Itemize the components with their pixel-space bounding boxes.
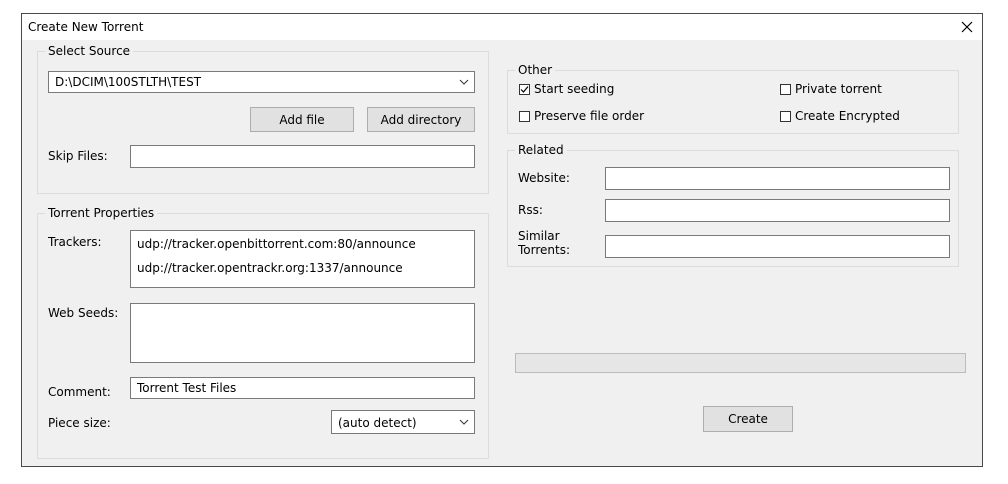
comment-label: Comment: xyxy=(48,385,111,399)
select-source-legend: Select Source xyxy=(45,44,134,58)
trackers-textarea[interactable]: udp://tracker.openbittorrent.com:80/anno… xyxy=(130,230,475,288)
torrent-properties-group: Torrent Properties Trackers: udp://track… xyxy=(37,206,489,459)
chevron-down-icon xyxy=(458,72,470,92)
private-torrent-checkbox[interactable]: Private torrent xyxy=(780,82,882,96)
title-bar: Create New Torrent xyxy=(22,14,982,40)
rss-input[interactable] xyxy=(605,199,950,222)
close-button[interactable] xyxy=(952,14,982,40)
select-source-group: Select Source D:\DCIM\100STLTH\TEST Add … xyxy=(37,44,489,194)
piece-size-value: (auto detect) xyxy=(338,416,417,430)
chevron-down-icon xyxy=(458,411,470,433)
create-encrypted-label: Create Encrypted xyxy=(795,109,900,123)
other-group: Other Start seeding Private torrent Pres… xyxy=(507,63,959,134)
similar-torrents-label-line2: Torrents: xyxy=(518,243,571,257)
website-input[interactable] xyxy=(605,167,950,190)
web-seeds-textarea[interactable] xyxy=(130,303,475,363)
comment-input[interactable]: Torrent Test Files xyxy=(130,377,475,399)
preserve-file-order-checkbox[interactable]: Preserve file order xyxy=(519,109,644,123)
preserve-file-order-label: Preserve file order xyxy=(534,109,645,123)
rss-label: Rss: xyxy=(518,203,543,217)
dialog-body: Select Source D:\DCIM\100STLTH\TEST Add … xyxy=(22,40,982,466)
add-file-button[interactable]: Add file xyxy=(250,107,354,132)
related-group: Related Website: Rss: Similar Torrents: xyxy=(507,143,959,267)
window-title: Create New Torrent xyxy=(28,20,144,34)
private-torrent-label: Private torrent xyxy=(795,82,882,96)
add-directory-button[interactable]: Add directory xyxy=(367,107,475,132)
trackers-label: Trackers: xyxy=(48,235,102,249)
start-seeding-checkbox[interactable]: Start seeding xyxy=(519,82,614,96)
tracker-line: udp://tracker.opentrackr.org:1337/announ… xyxy=(137,261,403,275)
skip-files-label: Skip Files: xyxy=(48,149,108,163)
create-torrent-dialog: Create New Torrent Select Source D:\DCIM… xyxy=(21,13,983,467)
checkbox-box xyxy=(780,110,791,122)
close-icon xyxy=(961,21,973,33)
other-legend: Other xyxy=(515,63,556,77)
related-legend: Related xyxy=(515,143,567,157)
start-seeding-label: Start seeding xyxy=(534,82,615,96)
web-seeds-label: Web Seeds: xyxy=(48,306,119,320)
create-button[interactable]: Create xyxy=(703,406,793,432)
tracker-line: udp://tracker.openbittorrent.com:80/anno… xyxy=(137,237,416,251)
checkbox-box xyxy=(780,83,791,95)
source-path-combobox[interactable]: D:\DCIM\100STLTH\TEST xyxy=(48,71,475,93)
checkbox-box xyxy=(519,110,530,122)
checkbox-box xyxy=(519,83,530,95)
website-label: Website: xyxy=(518,171,570,185)
create-encrypted-checkbox[interactable]: Create Encrypted xyxy=(780,109,900,123)
piece-size-label: Piece size: xyxy=(48,416,111,430)
similar-torrents-label-line1: Similar xyxy=(518,229,560,243)
torrent-properties-legend: Torrent Properties xyxy=(45,206,158,220)
progress-bar xyxy=(515,353,966,373)
skip-files-input[interactable] xyxy=(130,145,475,168)
piece-size-select[interactable]: (auto detect) xyxy=(331,410,475,434)
checkmark-icon xyxy=(520,85,529,93)
source-path-value: D:\DCIM\100STLTH\TEST xyxy=(55,75,202,89)
similar-torrents-input[interactable] xyxy=(605,235,950,258)
